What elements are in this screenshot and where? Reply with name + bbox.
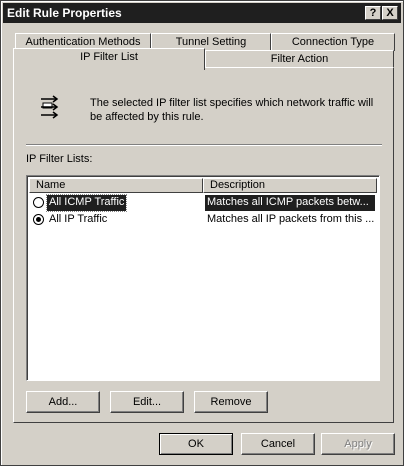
ip-filter-list-icon [41, 95, 59, 119]
separator [26, 144, 382, 146]
radio-checked-dot [36, 217, 41, 222]
ok-button[interactable]: OK [159, 433, 233, 455]
filter-name: All ICMP Traffic [45, 194, 128, 212]
filter-radio-button[interactable] [33, 197, 44, 208]
ip-filter-list-view[interactable]: Name Description All ICMP Traffic Matche… [26, 175, 380, 381]
rule-description-text: The selected IP filter list specifies wh… [90, 97, 374, 123]
column-header-description[interactable]: Description [203, 178, 377, 193]
tab-label: Authentication Methods [25, 36, 141, 48]
help-button[interactable]: ? [365, 6, 381, 20]
tab-connection-type[interactable]: Connection Type [271, 33, 395, 51]
filter-description: Matches all IP packets from this ... [207, 213, 375, 225]
tab-filter-action[interactable]: Filter Action [205, 50, 394, 67]
tab-label: Filter Action [270, 53, 329, 65]
remove-button[interactable]: Remove [194, 391, 268, 413]
tab-panel-ip-filter-list: The selected IP filter list specifies wh… [13, 67, 394, 423]
column-header-name[interactable]: Name [29, 178, 203, 193]
cancel-button[interactable]: Cancel [241, 433, 315, 455]
filter-description: Matches all ICMP packets betw... [205, 195, 375, 211]
tab-label: Tunnel Setting [175, 36, 247, 48]
tab-label: Connection Type [291, 36, 375, 48]
filter-name: All IP Traffic [49, 213, 108, 225]
filter-radio-button[interactable] [33, 214, 44, 225]
window-title: Edit Rule Properties [7, 6, 122, 20]
list-item[interactable]: All ICMP Traffic Matches all ICMP packet… [29, 194, 377, 212]
list-item[interactable]: All IP Traffic Matches all IP packets fr… [29, 212, 377, 228]
title-bar: Edit Rule Properties ? X [3, 3, 401, 23]
add-button[interactable]: Add... [26, 391, 100, 413]
close-button[interactable]: X [382, 6, 398, 20]
ip-filter-lists-label: IP Filter Lists: [26, 153, 93, 165]
edit-button[interactable]: Edit... [110, 391, 184, 413]
edit-rule-properties-dialog: Edit Rule Properties ? X Authentication … [0, 0, 404, 466]
tab-ip-filter-list[interactable]: IP Filter List [13, 48, 205, 70]
apply-button[interactable]: Apply [321, 433, 395, 455]
tab-label: IP Filter List [80, 51, 138, 63]
